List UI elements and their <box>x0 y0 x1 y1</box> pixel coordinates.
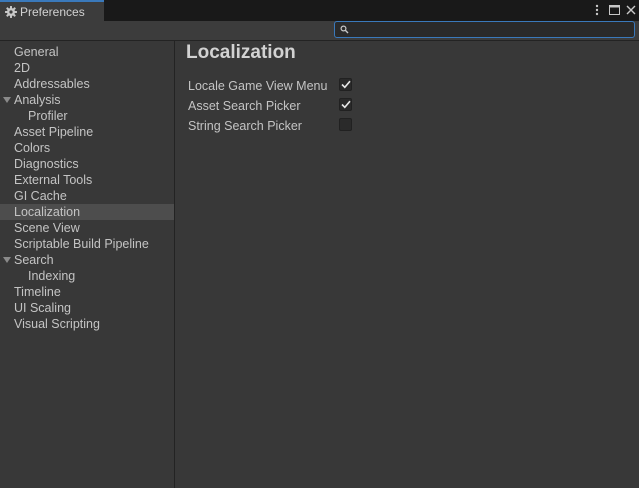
gear-icon <box>4 5 17 18</box>
sidebar-item-addressables[interactable]: Addressables <box>0 76 174 92</box>
search-field[interactable] <box>334 21 635 38</box>
page-title: Localization <box>186 42 296 63</box>
settings-list: Locale Game View Menu Asset Search Picke… <box>188 77 488 137</box>
sidebar-item-label: Diagnostics <box>14 157 79 171</box>
sidebar-item-gi-cache[interactable]: GI Cache <box>0 188 174 204</box>
sidebar-item-label: Visual Scripting <box>14 317 100 331</box>
foldout-expanded-icon[interactable] <box>2 256 11 264</box>
sidebar-item-label: GI Cache <box>14 189 67 203</box>
setting-asset-search-picker: Asset Search Picker <box>188 97 488 117</box>
close-icon[interactable] <box>625 3 637 17</box>
sidebar-item-asset-pipeline[interactable]: Asset Pipeline <box>0 124 174 140</box>
sidebar-item-indexing[interactable]: Indexing <box>0 268 174 284</box>
tab-preferences[interactable]: Preferences <box>0 0 104 21</box>
sidebar-item-label: General <box>14 45 59 59</box>
sidebar-item-2d[interactable]: 2D <box>0 60 174 76</box>
sidebar-item-label: Colors <box>14 141 51 155</box>
sidebar-item-label: External Tools <box>14 173 93 187</box>
sidebar-item-diagnostics[interactable]: Diagnostics <box>0 156 174 172</box>
sidebar-item-profiler[interactable]: Profiler <box>0 108 174 124</box>
sidebar-item-label: Addressables <box>14 77 90 91</box>
maximize-icon[interactable] <box>608 3 620 17</box>
sidebar-item-label: Localization <box>14 205 81 219</box>
sidebar-item-colors[interactable]: Colors <box>0 140 174 156</box>
tab-title: Preferences <box>20 4 85 19</box>
settings-panel: Localization Locale Game View Menu Asset… <box>176 41 639 488</box>
locale-game-view-menu-checkbox[interactable] <box>339 78 352 91</box>
sidebar-item-visual-scripting[interactable]: Visual Scripting <box>0 316 174 332</box>
sidebar-item-label: Timeline <box>14 285 61 299</box>
sidebar-item-timeline[interactable]: Timeline <box>0 284 174 300</box>
sidebar-item-scene-view[interactable]: Scene View <box>0 220 174 236</box>
string-search-picker-checkbox[interactable] <box>339 118 352 131</box>
sidebar-item-external-tools[interactable]: External Tools <box>0 172 174 188</box>
toolbar <box>0 21 639 41</box>
asset-search-picker-checkbox[interactable] <box>339 98 352 111</box>
checkmark-icon <box>340 100 351 109</box>
sidebar-item-label: Profiler <box>28 109 68 123</box>
foldout-expanded-icon[interactable] <box>2 96 11 104</box>
preferences-window: Preferences General 2D Addressables Anal… <box>0 0 639 488</box>
sidebar-item-label: Indexing <box>28 269 76 283</box>
sidebar-item-localization[interactable]: Localization <box>0 204 174 220</box>
checkmark-icon <box>340 80 351 89</box>
sidebar-item-label: Search <box>14 253 54 267</box>
search-icon <box>338 24 350 36</box>
sidebar-item-label: Scene View <box>14 221 80 235</box>
sidebar-item-label: Analysis <box>14 93 61 107</box>
sidebar-item-label: 2D <box>14 61 30 75</box>
setting-label: Asset Search Picker <box>188 99 301 113</box>
window-controls <box>591 0 637 19</box>
setting-label: Locale Game View Menu <box>188 79 328 93</box>
search-input[interactable] <box>350 22 624 37</box>
tab-bar: Preferences <box>0 0 639 21</box>
sidebar: General 2D Addressables Analysis Profile… <box>0 41 175 488</box>
sidebar-item-ui-scaling[interactable]: UI Scaling <box>0 300 174 316</box>
sidebar-item-label: Scriptable Build Pipeline <box>14 237 149 251</box>
sidebar-item-label: Asset Pipeline <box>14 125 94 139</box>
sidebar-item-search[interactable]: Search <box>0 252 174 268</box>
sidebar-item-analysis[interactable]: Analysis <box>0 92 174 108</box>
sidebar-item-label: UI Scaling <box>14 301 71 315</box>
sidebar-item-scriptable-build-pipeline[interactable]: Scriptable Build Pipeline <box>0 236 174 252</box>
more-options-icon[interactable] <box>591 3 603 17</box>
sidebar-item-general[interactable]: General <box>0 44 174 60</box>
setting-string-search-picker: String Search Picker <box>188 117 488 137</box>
setting-locale-game-view-menu: Locale Game View Menu <box>188 77 488 97</box>
setting-label: String Search Picker <box>188 119 302 133</box>
